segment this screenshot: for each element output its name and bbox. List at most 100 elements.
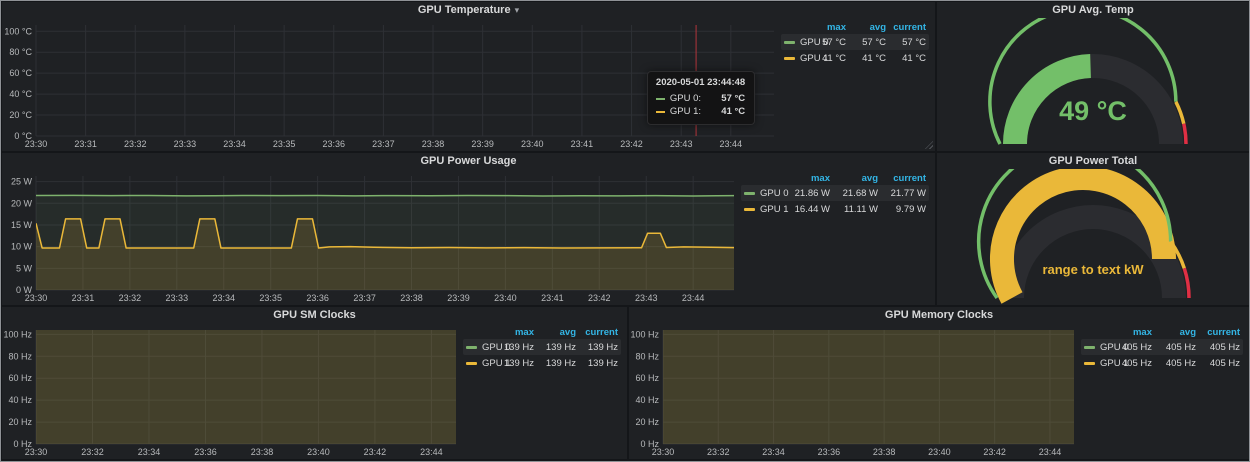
chart-gpu-temperature[interactable]: 2020-05-01 23:44:48 GPU 0:57 °CGPU 1:41 …	[2, 18, 779, 151]
panel-title-text[interactable]: GPU Temperature	[418, 4, 511, 16]
svg-text:23:37: 23:37	[372, 139, 395, 149]
legend-value: 139 Hz	[492, 342, 534, 353]
svg-text:40 Hz: 40 Hz	[635, 395, 659, 405]
legend-series-toggle[interactable]: GPU 0	[744, 188, 782, 199]
tooltip-rows: GPU 0:57 °CGPU 1:41 °C	[656, 92, 745, 118]
svg-text:23:40: 23:40	[928, 447, 951, 457]
svg-text:60 °C: 60 °C	[9, 68, 32, 78]
legend-sort-current[interactable]: current	[1196, 327, 1240, 338]
legend-row: GPU 057 °C57 °C57 °C	[781, 34, 929, 50]
series-color-marker-icon[interactable]	[784, 41, 795, 44]
svg-text:23:33: 23:33	[174, 139, 197, 149]
panel-gpu-power-total: GPU Power Total range to text kW	[937, 153, 1249, 305]
panel-header-gpu-power-usage[interactable]: GPU Power Usage	[2, 153, 935, 169]
legend-sort-avg[interactable]: avg	[534, 327, 576, 338]
panel-title-text[interactable]: GPU Power Total	[1049, 155, 1137, 167]
legend-sort-current[interactable]: current	[576, 327, 618, 338]
gauge-gpu-power-total: range to text kW	[937, 169, 1249, 305]
panel-gpu-power-usage: GPU Power Usage 0 W5 W10 W15 W20 W25 W23…	[2, 153, 935, 305]
legend-sort-avg[interactable]: avg	[846, 22, 886, 33]
gauge-value-text: range to text kW	[1042, 262, 1144, 277]
tooltip-series-name: GPU 0:	[670, 93, 701, 104]
chart-svg[interactable]: 0 Hz20 Hz40 Hz60 Hz80 Hz100 Hz23:3023:32…	[2, 323, 461, 459]
legend-series-toggle[interactable]: GPU 1	[466, 358, 492, 369]
panel-title-text[interactable]: GPU Avg. Temp	[1052, 4, 1134, 16]
panel-title-text[interactable]: GPU Power Usage	[421, 155, 517, 167]
svg-text:23:36: 23:36	[306, 293, 329, 303]
panel-title-text[interactable]: GPU Memory Clocks	[885, 309, 993, 321]
svg-text:23:38: 23:38	[422, 139, 445, 149]
svg-text:23:40: 23:40	[307, 447, 330, 457]
svg-text:20 Hz: 20 Hz	[8, 417, 32, 427]
series-color-marker-icon[interactable]	[1084, 346, 1095, 349]
svg-text:23:35: 23:35	[273, 139, 296, 149]
svg-text:5 W: 5 W	[16, 263, 33, 273]
legend-series-toggle[interactable]: GPU 0	[784, 37, 806, 48]
legend-sort-current[interactable]: current	[886, 22, 926, 33]
svg-text:20 W: 20 W	[11, 198, 33, 208]
series-color-marker-icon[interactable]	[1084, 362, 1095, 365]
series-color-marker-icon[interactable]	[744, 208, 755, 211]
legend-row: GPU 1139 Hz139 Hz139 Hz	[463, 355, 621, 371]
legend-sort-avg[interactable]: avg	[1152, 327, 1196, 338]
svg-text:100 °C: 100 °C	[4, 26, 32, 36]
series-color-marker-icon[interactable]	[466, 362, 477, 365]
legend-sort-max[interactable]: max	[782, 173, 830, 184]
gauge-value-text: 49 °C	[1059, 96, 1127, 126]
series-color-marker-icon[interactable]	[744, 192, 755, 195]
panel-header-gpu-memory-clocks[interactable]: GPU Memory Clocks	[629, 307, 1249, 323]
tooltip-series-value: 57 °C	[711, 93, 745, 104]
panel-header-gpu-sm-clocks[interactable]: GPU SM Clocks	[2, 307, 627, 323]
svg-text:23:41: 23:41	[571, 139, 594, 149]
legend-value: 405 Hz	[1196, 342, 1240, 353]
legend-value: 21.77 W	[878, 188, 926, 199]
chevron-down-icon[interactable]: ▾	[515, 6, 520, 15]
legend-series-toggle[interactable]: GPU 0	[1084, 342, 1108, 353]
legend-series-toggle[interactable]: GPU 1	[1084, 358, 1108, 369]
legend-value: 57 °C	[886, 37, 926, 48]
legend-value: 41 °C	[806, 53, 846, 64]
svg-text:23:33: 23:33	[166, 293, 189, 303]
svg-text:23:30: 23:30	[25, 293, 48, 303]
svg-text:23:32: 23:32	[119, 293, 142, 303]
svg-text:23:36: 23:36	[194, 447, 217, 457]
legend-series-toggle[interactable]: GPU 1	[784, 53, 806, 64]
svg-text:23:32: 23:32	[707, 447, 730, 457]
series-color-marker-icon[interactable]	[466, 346, 477, 349]
legend-series-toggle[interactable]: GPU 1	[744, 204, 782, 215]
panel-header-gpu-power-total[interactable]: GPU Power Total	[937, 153, 1249, 169]
svg-text:23:31: 23:31	[74, 139, 97, 149]
chart-gpu-memory-clocks[interactable]: 0 Hz20 Hz40 Hz60 Hz80 Hz100 Hz23:3023:32…	[629, 323, 1079, 459]
svg-text:23:34: 23:34	[223, 139, 246, 149]
panel-header-gpu-avg-temp[interactable]: GPU Avg. Temp	[937, 2, 1249, 18]
svg-text:80 Hz: 80 Hz	[635, 351, 659, 361]
svg-text:23:42: 23:42	[983, 447, 1006, 457]
chart-svg[interactable]: 0 W5 W10 W15 W20 W25 W23:3023:3123:3223:…	[2, 169, 739, 305]
legend-sort-max[interactable]: max	[1108, 327, 1152, 338]
legend-sort-max[interactable]: max	[806, 22, 846, 33]
legend-series-toggle[interactable]: GPU 0	[466, 342, 492, 353]
panel-title-text[interactable]: GPU SM Clocks	[273, 309, 356, 321]
chart-gpu-sm-clocks[interactable]: 0 Hz20 Hz40 Hz60 Hz80 Hz100 Hz23:3023:32…	[2, 323, 461, 459]
chart-svg[interactable]: 0 Hz20 Hz40 Hz60 Hz80 Hz100 Hz23:3023:32…	[629, 323, 1079, 459]
series-color-marker-icon	[656, 98, 665, 100]
svg-text:23:30: 23:30	[25, 447, 48, 457]
legend-sort-avg[interactable]: avg	[830, 173, 878, 184]
svg-text:60 Hz: 60 Hz	[8, 373, 32, 383]
svg-text:23:37: 23:37	[353, 293, 376, 303]
legend-value: 16.44 W	[782, 204, 830, 215]
panel-gpu-sm-clocks: GPU SM Clocks 0 Hz20 Hz40 Hz60 Hz80 Hz10…	[2, 307, 627, 459]
series-color-marker-icon[interactable]	[784, 57, 795, 60]
tooltip-series-name: GPU 1:	[670, 106, 701, 117]
legend-value: 405 Hz	[1196, 358, 1240, 369]
chart-gpu-power-usage[interactable]: 0 W5 W10 W15 W20 W25 W23:3023:3123:3223:…	[2, 169, 739, 305]
legend-sort-current[interactable]: current	[878, 173, 926, 184]
panel-header-gpu-temperature[interactable]: GPU Temperature ▾	[2, 2, 935, 18]
legend-value: 21.68 W	[830, 188, 878, 199]
svg-text:23:40: 23:40	[494, 293, 517, 303]
legend-value: 139 Hz	[534, 342, 576, 353]
svg-text:23:34: 23:34	[762, 447, 785, 457]
legend-sort-max[interactable]: max	[492, 327, 534, 338]
gauge-gpu-avg-temp: 49 °C	[937, 18, 1249, 151]
svg-text:20 Hz: 20 Hz	[635, 417, 659, 427]
